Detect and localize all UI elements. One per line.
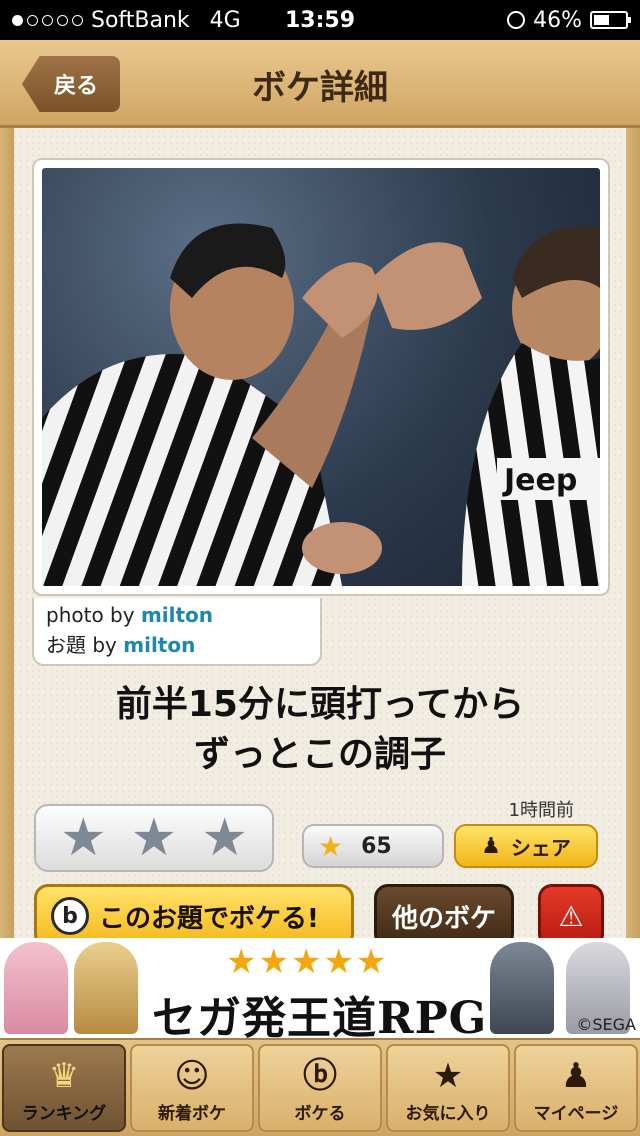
- tab-label: お気に入り: [405, 1104, 491, 1124]
- rate-star-1-icon[interactable]: ★: [60, 812, 107, 864]
- boke-caption-line2: ずっとこの調子: [193, 734, 446, 775]
- rating-stars[interactable]: ★ ★ ★: [34, 804, 274, 872]
- signal-strength-icon: [12, 14, 83, 26]
- face-icon: ☺: [174, 1056, 210, 1096]
- boke-this-label: このお題でボケる!: [99, 903, 319, 934]
- crown-icon: ♛: [48, 1056, 80, 1096]
- ad-rating-stars: ★★★★★: [226, 942, 389, 982]
- navigation-bar: ボケ詳細 戻る: [0, 40, 640, 128]
- tab-mypage[interactable]: ♟ マイページ: [514, 1044, 638, 1132]
- ad-character-image: [4, 942, 68, 1034]
- signal-dot: [72, 14, 83, 26]
- photo-credit: photo by milton お題 by milton: [32, 598, 322, 666]
- ad-copyright: ©SEGA: [576, 1015, 636, 1034]
- signal-dot: [27, 14, 38, 26]
- share-button[interactable]: ♟ シェア: [454, 824, 598, 868]
- signal-dot: [12, 14, 23, 26]
- network-type: 4G: [209, 7, 241, 33]
- favorite-count: 65: [361, 833, 392, 859]
- b-logo-icon: ⓑ: [303, 1056, 337, 1096]
- tab-bokeru[interactable]: ⓑ ボケる: [258, 1044, 382, 1132]
- tab-label: 新着ボケ: [158, 1104, 226, 1124]
- boke-caption-line1: 前半15分に頭打ってから: [115, 684, 525, 725]
- photo-by-user-link[interactable]: milton: [141, 603, 213, 627]
- tab-bar: ♛ ランキング ☺ 新着ボケ ⓑ ボケる ★ お気に入り ♟ マイページ: [0, 1038, 640, 1136]
- odai-by-label: お題 by: [46, 633, 124, 657]
- photo-by-label: photo by: [46, 603, 141, 627]
- tab-label: ボケる: [294, 1104, 346, 1124]
- back-button[interactable]: 戻る: [22, 56, 120, 112]
- tab-label: ランキング: [21, 1104, 107, 1124]
- b-logo-icon: b: [51, 897, 89, 935]
- star-icon: ★: [318, 829, 344, 863]
- rate-star-3-icon[interactable]: ★: [201, 812, 248, 864]
- rate-star-2-icon[interactable]: ★: [131, 812, 178, 864]
- share-label: シェア: [510, 835, 571, 860]
- signal-dot: [42, 14, 53, 26]
- share-person-icon: ♟: [481, 833, 501, 859]
- odai-photo[interactable]: Jeep: [42, 168, 600, 586]
- tab-ranking[interactable]: ♛ ランキング: [2, 1044, 126, 1132]
- status-bar: SoftBank 4G 13:59 46%: [0, 0, 640, 40]
- tab-label: マイページ: [533, 1104, 619, 1124]
- photo-illustration: Jeep: [42, 223, 600, 586]
- star-icon: ★: [432, 1056, 464, 1096]
- tab-new-boke[interactable]: ☺ 新着ボケ: [130, 1044, 254, 1132]
- boke-caption: 前半15分に頭打ってから ずっとこの調子: [20, 680, 620, 780]
- person-icon: ♟: [560, 1056, 592, 1096]
- svg-text:Jeep: Jeep: [502, 463, 577, 498]
- photo-card: Jeep: [32, 158, 610, 596]
- ad-banner[interactable]: ★★★★★ セガ発王道RPG ©SEGA: [0, 938, 640, 1038]
- battery-percent: 46%: [533, 7, 582, 33]
- ad-character-image: [74, 942, 138, 1034]
- ad-character-image: [490, 942, 554, 1034]
- rotation-lock-icon: [507, 11, 526, 29]
- photo-by-line: photo by milton: [46, 600, 320, 630]
- alarm-light-icon: ⚠: [558, 899, 584, 933]
- signal-dot: [57, 14, 68, 26]
- main-content: Jeep photo by milton お題 by milton 前半15分に…: [0, 128, 640, 948]
- odai-by-user-link[interactable]: milton: [123, 633, 195, 657]
- ad-headline: セガ発王道RPG: [152, 993, 488, 1038]
- carrier-name: SoftBank: [91, 7, 190, 33]
- favorite-count-badge: ★ 65: [302, 824, 444, 868]
- battery-fill: [594, 15, 609, 25]
- tab-favorites[interactable]: ★ お気に入り: [386, 1044, 510, 1132]
- odai-by-line: お題 by milton: [46, 630, 320, 660]
- post-time: 1時間前: [508, 800, 574, 821]
- battery-icon: [590, 11, 631, 29]
